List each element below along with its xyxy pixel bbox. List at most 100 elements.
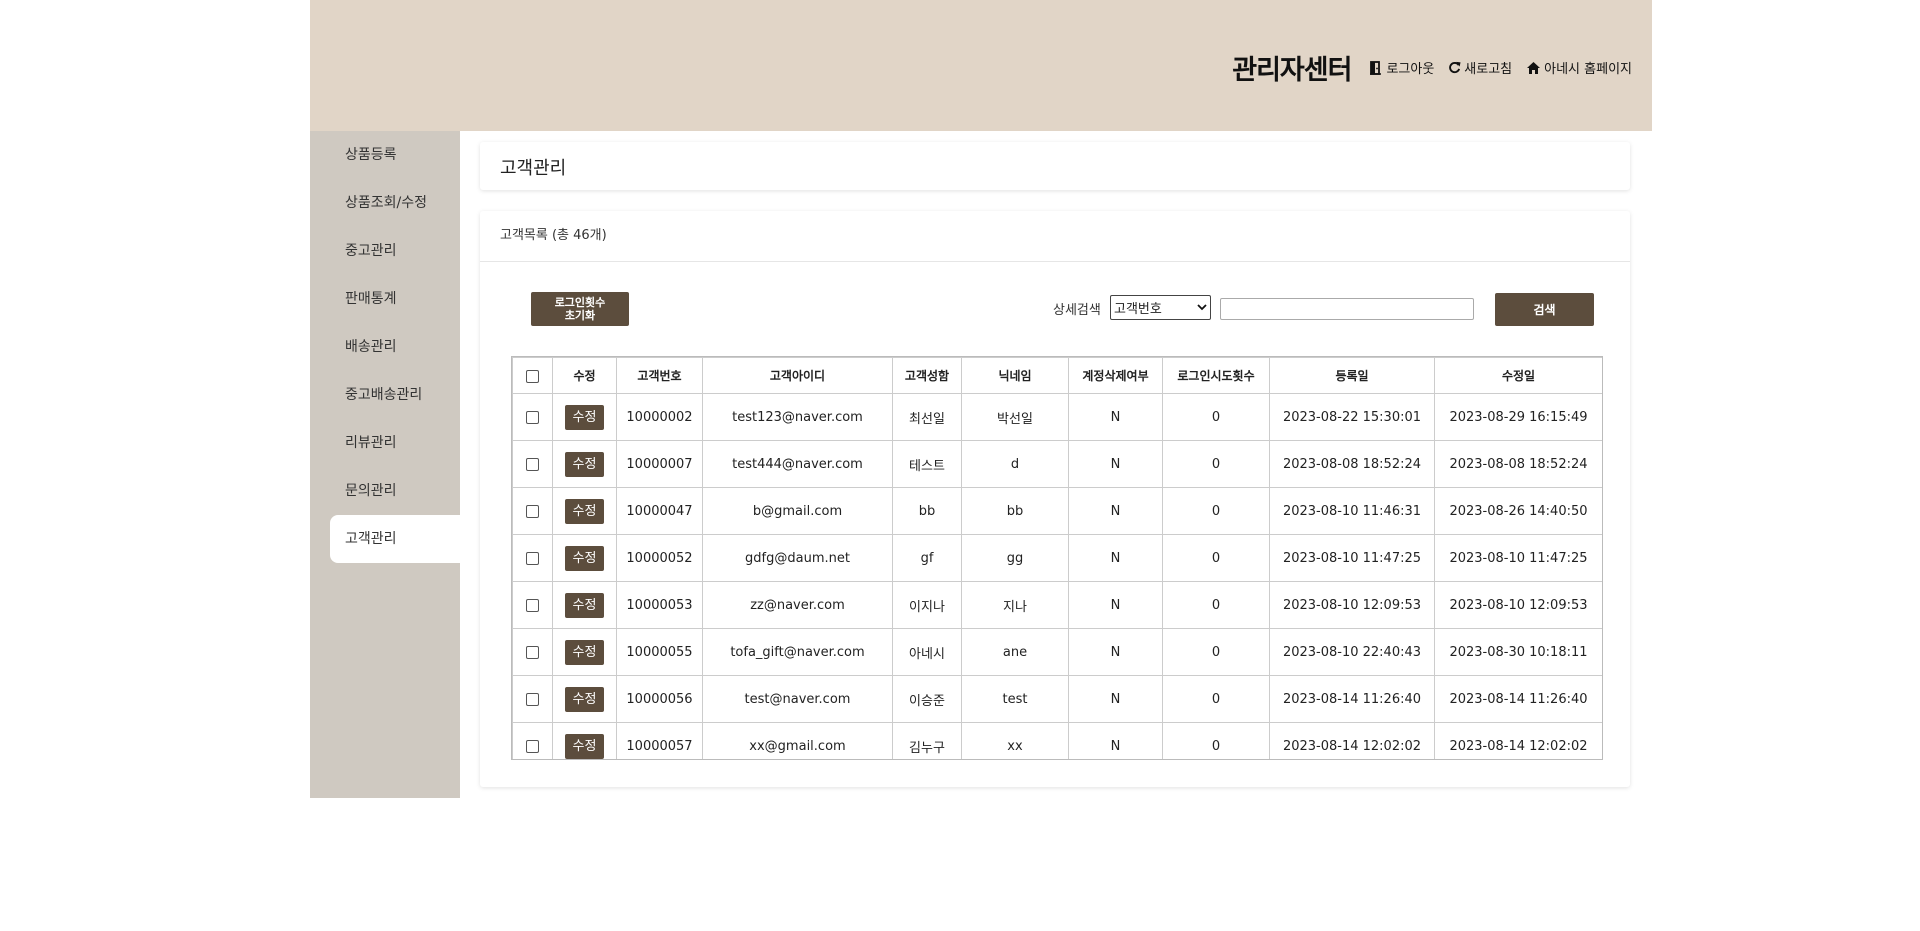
cell-deleted: N <box>1068 534 1163 582</box>
list-title: 고객목록 (총 46개) <box>480 211 1630 262</box>
cell-nickname: d <box>961 440 1069 488</box>
customer-table: 수정 고객번호 고객아이디 고객성함 닉네임 계정삭제여부 로그인시도횟수 등록… <box>512 357 1602 759</box>
refresh-icon <box>1449 61 1461 74</box>
cell-customer-id: 10000002 <box>616 393 703 441</box>
row-checkbox[interactable] <box>526 551 539 565</box>
cell-email: gdfg@daum.net <box>702 534 893 582</box>
cell-select <box>512 487 553 535</box>
cell-select <box>512 675 553 723</box>
cell-customer-id: 10000055 <box>616 628 703 676</box>
cell-created: 2023-08-10 12:09:53 <box>1269 581 1435 629</box>
search-button[interactable]: 검색 <box>1495 293 1594 326</box>
column-header: 계정삭제여부 <box>1068 357 1163 394</box>
logout-link[interactable]: 로그아웃 <box>1369 58 1434 77</box>
door-icon <box>1370 60 1382 75</box>
edit-button[interactable]: 수정 <box>564 498 605 524</box>
sidebar: 상품등록 상품조회/수정 중고관리 판매통계 배송관리 중고배송관리 리뷰관리 … <box>310 131 460 798</box>
table-row: 수정 10000002 test123@naver.com 최선일 박선일 N 0 2023-… <box>512 393 1602 441</box>
cell-name: 이승준 <box>892 675 962 723</box>
cell-updated: 2023-08-14 11:26:40 <box>1434 675 1602 723</box>
edit-button[interactable]: 수정 <box>564 451 605 477</box>
cell-name: bb <box>892 487 962 535</box>
cell-name: 이지나 <box>892 581 962 629</box>
reset-label-line-2: 초기화 <box>564 309 596 322</box>
header-nav: 관리자센터 로그아웃 새로고침 아네시 홈페이지 <box>1232 48 1632 87</box>
sidebar-item-delivery[interactable]: 배송관리 <box>330 323 460 371</box>
cell-email: b@gmail.com <box>702 487 893 535</box>
sidebar-item-used[interactable]: 중고관리 <box>330 227 460 275</box>
sidebar-item-used-delivery[interactable]: 중고배송관리 <box>330 371 460 419</box>
search-label: 상세검색 <box>1053 303 1101 318</box>
customer-list-card: 고객목록 (총 46개) 로그인횟수 초기화 상세검색 고객번호 검색 수정 고… <box>480 211 1630 787</box>
cell-created: 2023-08-10 22:40:43 <box>1269 628 1435 676</box>
row-checkbox[interactable] <box>526 457 539 471</box>
cell-name: 최선일 <box>892 393 962 441</box>
cell-nickname: 지나 <box>961 581 1069 629</box>
cell-nickname: xx <box>961 722 1069 759</box>
cell-select <box>512 440 553 488</box>
header: 관리자센터 로그아웃 새로고침 아네시 홈페이지 <box>310 0 1652 131</box>
cell-email: test@naver.com <box>702 675 893 723</box>
cell-deleted: N <box>1068 722 1163 759</box>
home-link[interactable]: 아네시 홈페이지 <box>1526 58 1632 77</box>
edit-button[interactable]: 수정 <box>564 733 605 759</box>
search-field-select[interactable]: 고객번호 <box>1110 295 1211 320</box>
edit-button[interactable]: 수정 <box>564 686 605 712</box>
cell-edit: 수정 <box>552 581 617 629</box>
cell-email: xx@gmail.com <box>702 722 893 759</box>
sidebar-item-product-register[interactable]: 상품등록 <box>330 131 460 179</box>
cell-customer-id: 10000057 <box>616 722 703 759</box>
cell-nickname: ane <box>961 628 1069 676</box>
table-row: 수정 10000055 tofa_gift@naver.com 아네시 ane N 0 202… <box>512 628 1602 676</box>
cell-customer-id: 10000007 <box>616 440 703 488</box>
row-checkbox[interactable] <box>526 739 539 753</box>
reset-login-count-button[interactable]: 로그인횟수 초기화 <box>531 292 629 326</box>
sidebar-item-inquiries[interactable]: 문의관리 <box>330 467 460 515</box>
cell-edit: 수정 <box>552 722 617 759</box>
table-row: 수정 10000047 b@gmail.com bb bb N 0 2023-08-10 11… <box>512 487 1602 535</box>
reset-label-line-1: 로그인횟수 <box>554 296 606 309</box>
customer-table-scroll[interactable]: 수정 고객번호 고객아이디 고객성함 닉네임 계정삭제여부 로그인시도횟수 등록… <box>511 356 1603 760</box>
cell-updated: 2023-08-30 10:18:11 <box>1434 628 1602 676</box>
cell-deleted: N <box>1068 440 1163 488</box>
edit-button[interactable]: 수정 <box>564 545 605 571</box>
cell-created: 2023-08-08 18:52:24 <box>1269 440 1435 488</box>
cell-updated: 2023-08-29 16:15:49 <box>1434 393 1602 441</box>
cell-email: test444@naver.com <box>702 440 893 488</box>
cell-created: 2023-08-10 11:46:31 <box>1269 487 1435 535</box>
cell-created: 2023-08-10 11:47:25 <box>1269 534 1435 582</box>
column-header: 고객번호 <box>616 357 703 394</box>
sidebar-item-customers[interactable]: 고객관리 <box>330 515 460 563</box>
cell-login-attempts: 0 <box>1162 722 1270 759</box>
cell-edit: 수정 <box>552 628 617 676</box>
sidebar-item-sales-stats[interactable]: 판매통계 <box>330 275 460 323</box>
refresh-link[interactable]: 새로고침 <box>1448 58 1512 77</box>
edit-button[interactable]: 수정 <box>564 639 605 665</box>
cell-created: 2023-08-14 12:02:02 <box>1269 722 1435 759</box>
edit-button[interactable]: 수정 <box>564 404 605 430</box>
row-checkbox[interactable] <box>526 692 539 706</box>
row-checkbox[interactable] <box>526 598 539 612</box>
sidebar-item-reviews[interactable]: 리뷰관리 <box>330 419 460 467</box>
row-checkbox[interactable] <box>526 504 539 518</box>
row-checkbox[interactable] <box>526 645 539 659</box>
cell-updated: 2023-08-26 14:40:50 <box>1434 487 1602 535</box>
cell-created: 2023-08-22 15:30:01 <box>1269 393 1435 441</box>
cell-edit: 수정 <box>552 675 617 723</box>
edit-button[interactable]: 수정 <box>564 592 605 618</box>
cell-deleted: N <box>1068 675 1163 723</box>
header-select-all <box>512 357 553 394</box>
cell-login-attempts: 0 <box>1162 440 1270 488</box>
sidebar-item-product-edit[interactable]: 상품조회/수정 <box>330 179 460 227</box>
row-checkbox[interactable] <box>526 410 539 424</box>
cell-login-attempts: 0 <box>1162 675 1270 723</box>
cell-edit: 수정 <box>552 534 617 582</box>
search-input[interactable] <box>1220 298 1474 320</box>
cell-select <box>512 534 553 582</box>
home-label: 아네시 홈페이지 <box>1544 62 1632 77</box>
cell-login-attempts: 0 <box>1162 487 1270 535</box>
select-all-checkbox[interactable] <box>526 369 539 383</box>
cell-login-attempts: 0 <box>1162 534 1270 582</box>
cell-select <box>512 722 553 759</box>
cell-customer-id: 10000053 <box>616 581 703 629</box>
